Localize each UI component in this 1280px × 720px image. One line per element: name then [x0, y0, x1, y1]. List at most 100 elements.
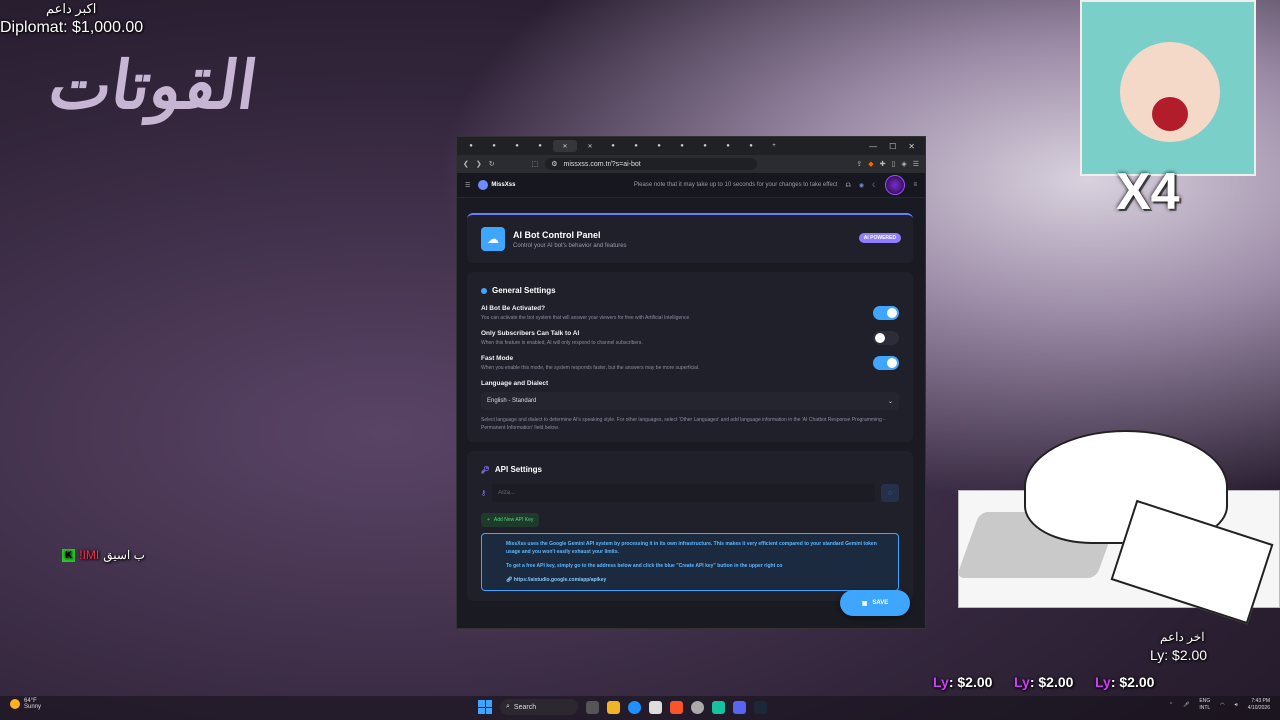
app-icon[interactable]: [712, 700, 725, 714]
extension-icon[interactable]: ✚: [880, 160, 886, 168]
tab-12[interactable]: ●: [718, 140, 738, 152]
taskbar-search[interactable]: ⌕ Search: [500, 699, 578, 715]
theme-toggle-icon[interactable]: ☾: [872, 182, 877, 189]
setting-desc: When this feature is enabled, AI will on…: [481, 340, 643, 346]
api-key-link[interactable]: 🔗︎ https://aistudio.google.com/app/apike…: [506, 576, 890, 584]
windows-start-icon[interactable]: [478, 700, 492, 714]
add-api-key-label: Add New API Key: [493, 517, 534, 523]
ly-donation-3: Ly: $2.00: [1095, 674, 1154, 690]
discord-icon[interactable]: ◉: [859, 182, 864, 189]
close-icon[interactable]: ✕: [908, 142, 915, 151]
setting-subscribers-only: Only Subscribers Can Talk to AI When thi…: [481, 330, 899, 346]
volume-icon[interactable]: 🔊︎: [1235, 702, 1238, 708]
language-select[interactable]: English - Standard ⌄: [481, 392, 899, 410]
sidebar-icon[interactable]: ▯: [891, 160, 895, 168]
setting-desc: You can activate the bot system that wil…: [481, 315, 690, 321]
setting-title: AI Bot Be Activated?: [481, 305, 546, 312]
clock[interactable]: 7:43 PM 4/10/2026: [1248, 698, 1270, 712]
chevron-up-icon[interactable]: ⌃: [1169, 702, 1173, 708]
top-donor-amount: Diplomat: $1,000.00: [0, 19, 144, 36]
tab-10[interactable]: ●: [672, 140, 692, 152]
subscribers-only-toggle[interactable]: [873, 331, 899, 345]
tab-7[interactable]: ●: [603, 140, 623, 152]
ai-activated-toggle[interactable]: [873, 306, 899, 320]
calendar-icon[interactable]: [649, 700, 662, 714]
site-header-icons: ☊ ◉ ☾ ≡: [846, 175, 917, 195]
api-settings-card: 🔑︎ API Settings ⚷ ◌ + Add New API Key Mi…: [467, 451, 913, 601]
ly-donation-2: Ly: $2.00: [1014, 674, 1073, 690]
lang-1: ENG: [1199, 698, 1211, 704]
site-logo[interactable]: MissXss: [478, 180, 515, 190]
add-api-key-button[interactable]: + Add New API Key: [481, 513, 540, 527]
extensions-area: ⇪ ◆ ✚ ▯ ◈ ☰: [856, 160, 919, 168]
reload-icon[interactable]: ↻: [489, 160, 495, 168]
ly-prefix: Ly: [933, 674, 949, 690]
key-icon: 🔑︎: [481, 466, 490, 474]
logo-icon: [478, 180, 489, 190]
chat-text: ب اسيق: [103, 548, 145, 562]
plus-icon: +: [487, 517, 490, 523]
forward-icon[interactable]: ❯: [476, 160, 482, 168]
steam-icon[interactable]: [754, 700, 767, 714]
maximize-icon[interactable]: ☐: [889, 142, 896, 151]
tab-8[interactable]: ●: [626, 140, 646, 152]
ly-prefix: Ly: [1095, 674, 1111, 690]
setting-title: Fast Mode: [481, 355, 514, 362]
back-icon[interactable]: ❮: [463, 160, 469, 168]
tab-active[interactable]: ✕: [553, 140, 577, 152]
ly-donation-1: Ly: $2.00: [933, 674, 992, 690]
save-label: SAVE: [872, 600, 889, 606]
hamburger-icon[interactable]: ☰: [465, 182, 470, 189]
chat-username: !IMI: [79, 548, 100, 562]
shield-icon[interactable]: ◆: [868, 160, 873, 168]
tab-2[interactable]: ●: [484, 140, 504, 152]
robot-icon: ☁: [481, 227, 505, 251]
api-key-input[interactable]: [492, 484, 875, 502]
new-tab-icon[interactable]: +: [764, 140, 784, 152]
address-bar[interactable]: ⚙ missxss.com.tr/?s=ai-bot: [545, 158, 758, 170]
language-indicator[interactable]: ENG INTL: [1199, 698, 1210, 712]
menu-icon[interactable]: ☰: [913, 160, 919, 168]
main-content: ☁ AI Bot Control Panel Control your AI b…: [467, 213, 913, 628]
page-title: AI Bot Control Panel: [513, 229, 601, 240]
obs-icon[interactable]: [691, 700, 704, 714]
update-notice: Please note that it may take up to 10 se…: [633, 182, 838, 188]
setting-fast-mode: Fast Mode When you enable this mode, the…: [481, 355, 899, 371]
tab-4[interactable]: ●: [530, 140, 550, 152]
anime-reaction-image: [1080, 0, 1256, 176]
wifi-icon[interactable]: ◠: [1220, 702, 1224, 708]
chevron-down-icon: ⌄: [887, 398, 893, 405]
avatar[interactable]: [885, 175, 906, 195]
channel-logo-text: القوتات: [44, 46, 263, 124]
file-explorer-icon[interactable]: [607, 700, 620, 714]
save-button[interactable]: ▣ SAVE: [840, 590, 910, 616]
url-text: missxss.com.tr/?s=ai-bot: [563, 160, 641, 168]
window-controls: — ☐ ✕: [869, 142, 921, 151]
edge-icon[interactable]: [628, 700, 641, 714]
headset-icon[interactable]: ☊: [846, 182, 851, 189]
bookmark-icon[interactable]: ⬚: [532, 160, 539, 168]
settings-icon: [481, 287, 487, 294]
tab-3[interactable]: ●: [507, 140, 527, 152]
chat-message: K !IMI ب اسيق: [62, 548, 145, 562]
microphone-icon[interactable]: 🎤︎: [1183, 702, 1189, 708]
api-key-row: ⚷ ◌: [481, 484, 899, 502]
menu-icon[interactable]: ≡: [913, 182, 917, 188]
fast-mode-toggle[interactable]: [873, 356, 899, 370]
share-icon[interactable]: ⇪: [856, 160, 862, 168]
tab-1[interactable]: ●: [461, 140, 481, 152]
link-text: https://aistudio.google.com/app/apikey: [513, 577, 607, 583]
hide-key-button[interactable]: ◌: [881, 484, 899, 502]
minimize-icon[interactable]: —: [869, 142, 877, 151]
tab-11[interactable]: ●: [695, 140, 715, 152]
wallet-icon[interactable]: ◈: [901, 160, 906, 168]
site-info-icon[interactable]: ⚙: [551, 160, 557, 168]
language-help: Select language and dialect to determine…: [481, 417, 885, 431]
brave-icon[interactable]: [670, 700, 683, 714]
task-view-icon[interactable]: [586, 700, 599, 714]
discord-icon[interactable]: [733, 700, 746, 714]
tab-6[interactable]: ✕: [580, 140, 600, 152]
weather-widget[interactable]: 64°F Sunny: [10, 698, 41, 710]
tab-9[interactable]: ●: [649, 140, 669, 152]
tab-13[interactable]: ●: [741, 140, 761, 152]
